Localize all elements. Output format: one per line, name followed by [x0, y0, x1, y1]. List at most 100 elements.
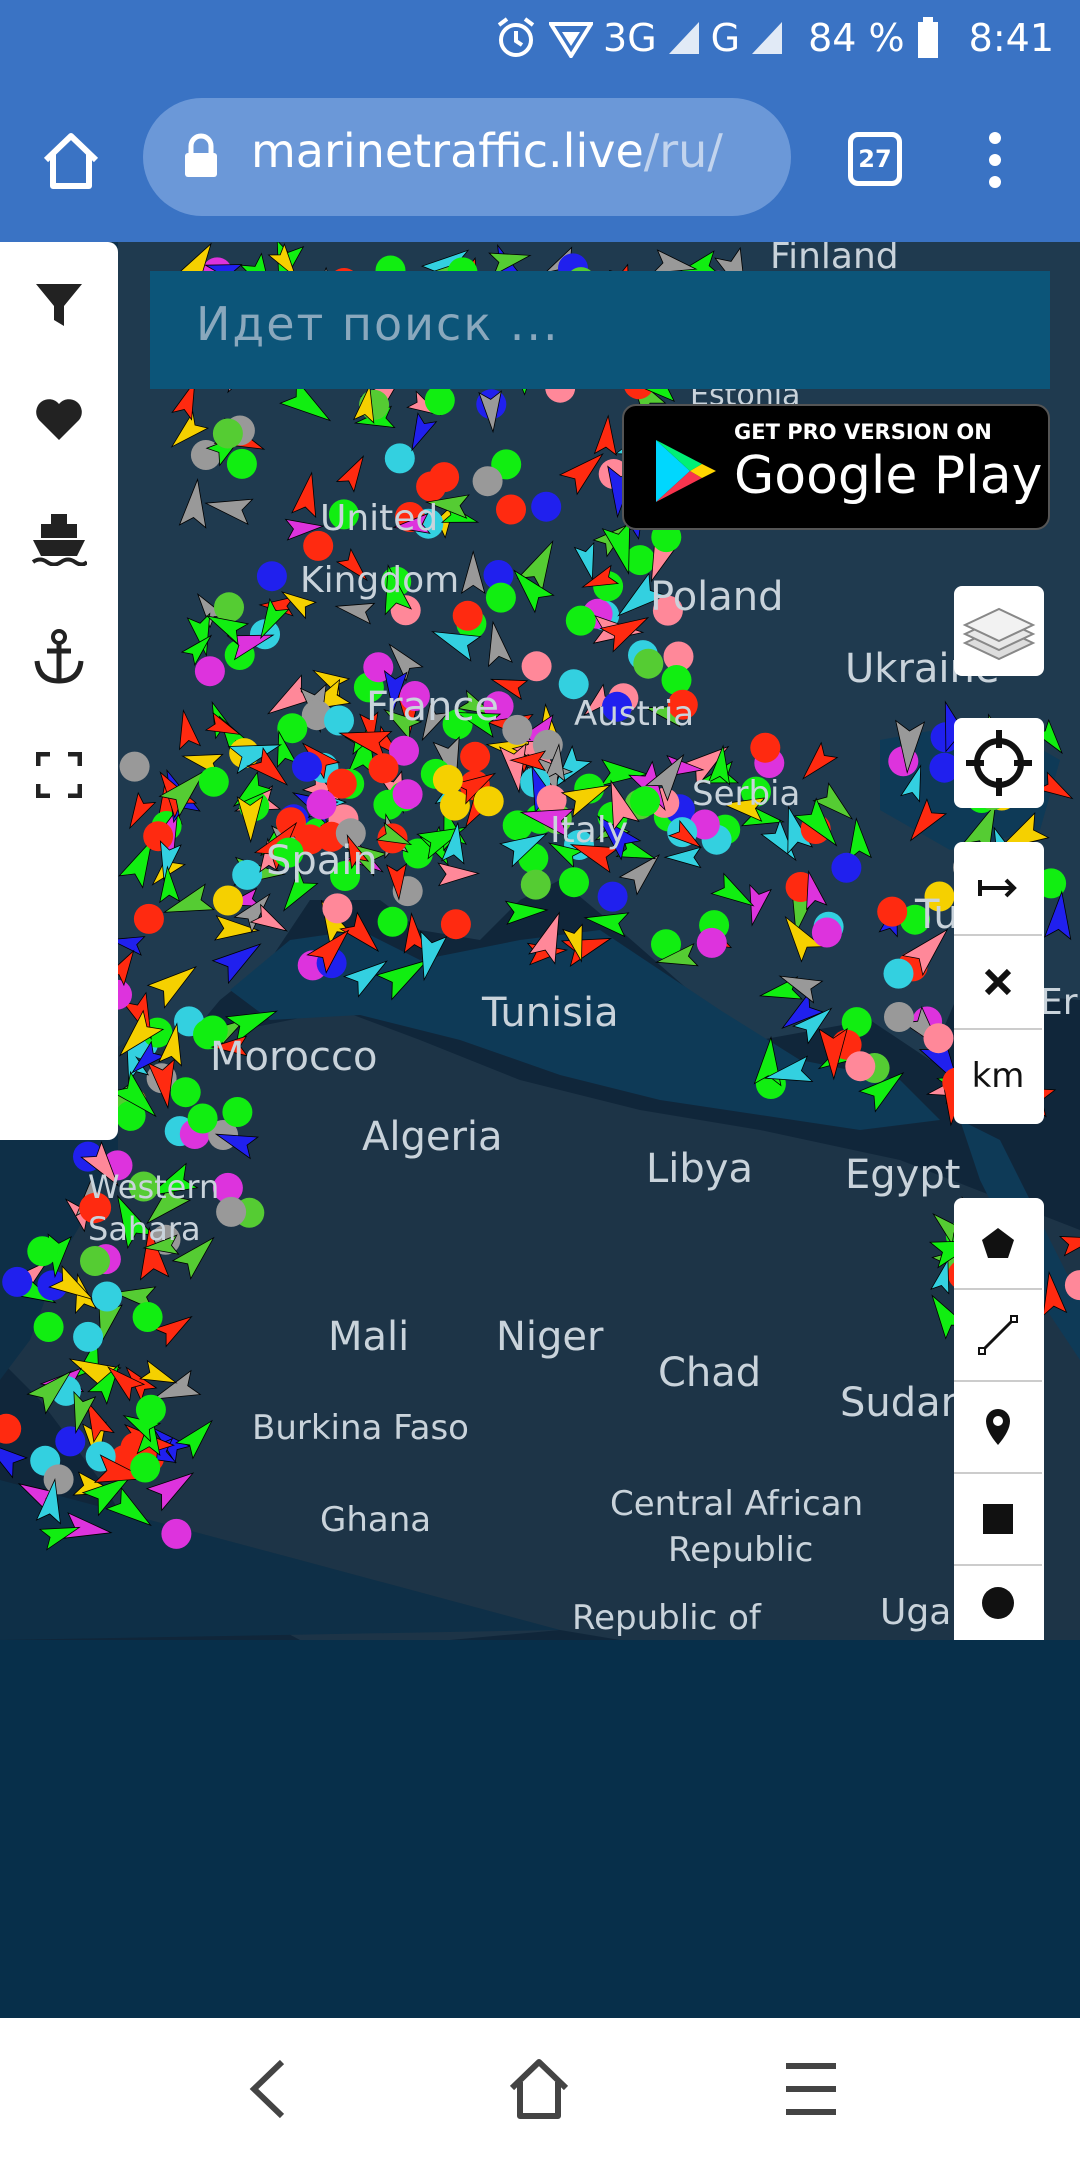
- anchored-vessel-marker[interactable]: [292, 751, 322, 782]
- anchored-vessel-marker[interactable]: [883, 958, 914, 989]
- anchored-vessel-marker[interactable]: [923, 1023, 954, 1054]
- anchored-vessel-marker[interactable]: [130, 1452, 161, 1483]
- anchored-vessel-marker[interactable]: [625, 545, 656, 576]
- anchored-vessel-marker[interactable]: [472, 466, 503, 497]
- home-icon: [43, 133, 99, 189]
- measure-start-button[interactable]: [954, 842, 1042, 936]
- recents-button[interactable]: [776, 2054, 846, 2124]
- anchored-vessel-marker[interactable]: [565, 605, 596, 636]
- anchored-vessel-marker[interactable]: [845, 1051, 876, 1082]
- anchored-vessel-marker[interactable]: [73, 1321, 104, 1352]
- anchored-vessel-marker[interactable]: [161, 1518, 192, 1549]
- locate-button[interactable]: [954, 718, 1044, 808]
- anchored-vessel-marker[interactable]: [80, 1246, 110, 1276]
- polyline-icon: [978, 1315, 1018, 1355]
- anchored-vessel-marker[interactable]: [392, 779, 423, 810]
- anchored-vessel-marker[interactable]: [324, 705, 354, 736]
- anchored-vessel-marker[interactable]: [440, 909, 471, 940]
- anchored-vessel-marker[interactable]: [43, 1464, 74, 1495]
- anchored-vessel-marker[interactable]: [2, 1266, 33, 1297]
- anchored-vessel-marker[interactable]: [55, 1426, 86, 1457]
- home-nav-button[interactable]: [504, 2054, 574, 2124]
- anchored-vessel-marker[interactable]: [452, 600, 483, 631]
- anchored-vessel-marker[interactable]: [143, 821, 174, 852]
- anchored-vessel-marker[interactable]: [460, 741, 491, 772]
- google-play-promo[interactable]: GET PRO VERSION ON Google Play: [622, 404, 1050, 530]
- anchored-vessel-marker[interactable]: [502, 714, 533, 745]
- anchored-vessel-marker[interactable]: [368, 753, 399, 784]
- anchored-vessel-marker[interactable]: [473, 786, 504, 817]
- anchored-vessel-marker[interactable]: [597, 881, 628, 912]
- vessels-button[interactable]: [26, 506, 92, 572]
- anchored-vessel-marker[interactable]: [135, 1394, 166, 1425]
- anchored-vessel-marker[interactable]: [633, 648, 664, 679]
- anchored-vessel-marker[interactable]: [216, 1196, 247, 1227]
- ports-button[interactable]: [26, 624, 92, 690]
- polygon-icon: [982, 1228, 1014, 1258]
- vessel-marker[interactable]: [504, 900, 549, 925]
- anchored-vessel-marker[interactable]: [750, 732, 781, 763]
- anchored-vessel-marker[interactable]: [213, 885, 243, 916]
- anchored-vessel-marker[interactable]: [212, 418, 243, 449]
- anchored-vessel-marker[interactable]: [630, 786, 660, 817]
- measure-unit-button[interactable]: km: [954, 1030, 1042, 1122]
- draw-toolbar: [954, 1198, 1044, 1640]
- anchored-vessel-marker[interactable]: [226, 448, 257, 479]
- search-input[interactable]: Идет поиск ...: [150, 271, 1050, 389]
- anchored-vessel-marker[interactable]: [424, 385, 455, 416]
- anchored-vessel-marker[interactable]: [133, 903, 164, 934]
- anchored-vessel-marker[interactable]: [33, 1312, 64, 1342]
- draw-marker-button[interactable]: [954, 1382, 1042, 1474]
- draw-polygon-button[interactable]: [954, 1198, 1042, 1290]
- anchored-vessel-marker[interactable]: [485, 582, 516, 613]
- anchored-vessel-marker[interactable]: [831, 852, 862, 883]
- vessel-marker[interactable]: [0, 1442, 28, 1479]
- anchored-vessel-marker[interactable]: [119, 751, 150, 782]
- anchored-vessel-marker[interactable]: [416, 471, 447, 502]
- anchored-vessel-marker[interactable]: [232, 859, 263, 890]
- anchored-vessel-marker[interactable]: [187, 1103, 218, 1134]
- anchored-vessel-marker[interactable]: [222, 1097, 253, 1127]
- measure-clear-button[interactable]: [954, 936, 1042, 1030]
- favorites-button[interactable]: [26, 386, 92, 452]
- anchored-vessel-marker[interactable]: [432, 764, 463, 795]
- anchored-vessel-marker[interactable]: [439, 790, 470, 821]
- anchored-vessel-marker[interactable]: [531, 491, 562, 522]
- draw-circle-button[interactable]: [954, 1566, 1042, 1640]
- status-bar: 3G G 84 % 8:41: [0, 0, 1080, 76]
- anchored-vessel-marker[interactable]: [696, 927, 727, 958]
- anchored-vessel-marker[interactable]: [559, 867, 589, 898]
- anchored-vessel-marker[interactable]: [194, 656, 225, 687]
- back-button[interactable]: [234, 2054, 304, 2124]
- anchored-vessel-marker[interactable]: [27, 1236, 58, 1267]
- arrow-right-bar-icon: [978, 878, 1017, 898]
- anchored-vessel-marker[interactable]: [306, 789, 337, 820]
- map-label-sudan: Sudan: [840, 1380, 966, 1426]
- anchored-vessel-marker[interactable]: [520, 869, 551, 900]
- filter-button[interactable]: [26, 272, 92, 338]
- anchored-vessel-marker[interactable]: [170, 1077, 201, 1108]
- crosshair-icon: [966, 730, 1032, 796]
- anchored-vessel-marker[interactable]: [521, 651, 552, 682]
- anchored-vessel-marker[interactable]: [92, 1281, 122, 1312]
- draw-line-button[interactable]: [954, 1290, 1042, 1382]
- anchored-vessel-marker[interactable]: [256, 561, 287, 592]
- anchored-vessel-marker[interactable]: [377, 906, 408, 937]
- home-button[interactable]: [36, 126, 106, 196]
- layers-button[interactable]: [954, 586, 1044, 676]
- fullscreen-button[interactable]: [26, 742, 92, 808]
- browser-menu-button[interactable]: [980, 128, 1010, 192]
- anchored-vessel-marker[interactable]: [496, 494, 526, 525]
- anchored-vessel-marker[interactable]: [877, 896, 908, 927]
- draw-rectangle-button[interactable]: [954, 1474, 1042, 1566]
- anchored-vessel-marker[interactable]: [132, 1302, 163, 1332]
- anchored-vessel-marker[interactable]: [0, 1413, 22, 1444]
- anchored-vessel-marker[interactable]: [322, 893, 353, 924]
- anchored-vessel-marker[interactable]: [811, 917, 842, 948]
- tabs-button[interactable]: 27: [848, 132, 902, 186]
- anchored-vessel-marker[interactable]: [384, 443, 415, 474]
- anchored-vessel-marker[interactable]: [198, 766, 229, 797]
- address-bar[interactable]: marinetraffic.live/ru/: [143, 98, 791, 216]
- promo-line1: GET PRO VERSION ON: [734, 420, 992, 444]
- anchored-vessel-marker[interactable]: [884, 1002, 914, 1032]
